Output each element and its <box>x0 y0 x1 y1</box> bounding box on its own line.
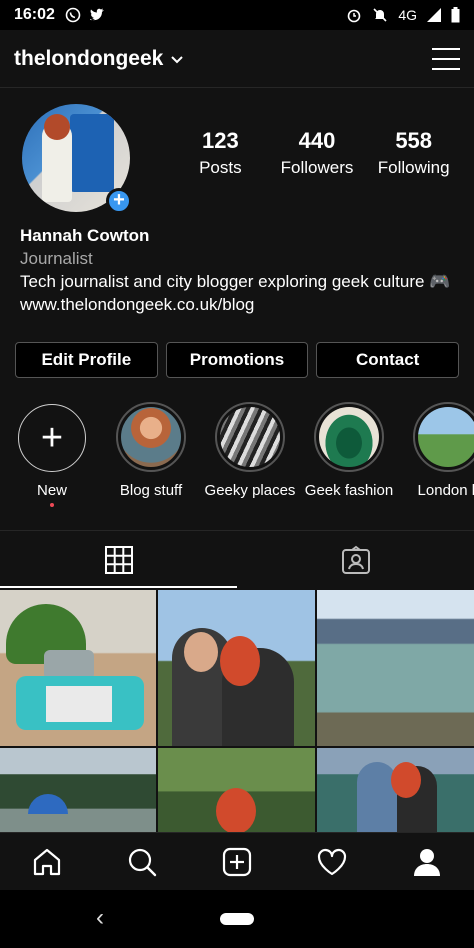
nav-profile[interactable] <box>379 833 474 890</box>
highlight-cover <box>319 407 379 467</box>
following-count: 558 <box>395 128 433 153</box>
nav-activity[interactable] <box>284 833 379 890</box>
highlight-new[interactable]: + New <box>6 400 98 507</box>
twitter-icon <box>89 8 104 21</box>
profile-bio: Hannah Cowton Journalist Tech journalist… <box>20 224 460 316</box>
tagged-icon <box>341 545 370 574</box>
profile-tabs <box>0 530 474 588</box>
home-gesture-bar[interactable] <box>220 913 254 925</box>
battery-icon <box>451 7 460 23</box>
following-label: Following <box>377 158 450 177</box>
story-highlights: + New Blog stuff Geeky places Geek fashi… <box>0 400 474 512</box>
profile-actions: Edit Profile Promotions Contact <box>15 342 460 378</box>
post-thumbnail[interactable] <box>0 590 156 746</box>
system-navigation: ‹ <box>0 890 474 948</box>
nav-add-post[interactable] <box>190 833 285 890</box>
profile-category: Journalist <box>20 249 93 268</box>
status-time: 16:02 <box>14 6 55 23</box>
mute-icon <box>373 8 387 22</box>
display-name: Hannah Cowton <box>20 226 150 245</box>
whatsapp-icon <box>65 7 81 23</box>
status-bar: 16:02 4G <box>0 0 474 30</box>
highlight-label: Geeky places <box>204 482 296 499</box>
posts-stat[interactable]: 123 Posts <box>172 128 269 178</box>
posts-label: Posts <box>199 158 242 177</box>
highlight-geeky-places[interactable]: Geeky places <box>204 400 296 499</box>
bio-text: Tech journalist and city blogger explori… <box>20 272 451 291</box>
search-icon <box>129 848 157 876</box>
tab-tagged[interactable] <box>237 531 474 588</box>
followers-count: 440 <box>298 128 336 153</box>
profile-icon <box>413 848 440 876</box>
notification-dot <box>50 503 54 507</box>
account-username[interactable]: thelondongeek <box>14 47 163 71</box>
grid-icon <box>104 545 133 574</box>
highlight-label: New <box>36 482 67 499</box>
highlight-label: Geek fashion <box>304 482 394 499</box>
bottom-navigation <box>0 832 474 890</box>
alarm-icon <box>348 9 361 23</box>
edit-profile-button[interactable]: Edit Profile <box>15 342 158 378</box>
profile-summary: + 123 Posts 440 Followers 558 Following <box>22 104 462 214</box>
posts-count: 123 <box>201 128 239 153</box>
posts-grid <box>0 590 474 832</box>
signal-icon <box>427 8 441 22</box>
contact-button[interactable]: Contact <box>316 342 460 378</box>
back-icon[interactable]: ‹ <box>96 904 104 932</box>
chevron-down-icon[interactable] <box>171 51 184 67</box>
followers-label: Followers <box>280 158 354 177</box>
nav-search[interactable] <box>95 833 190 890</box>
highlight-label: Blog stuff <box>119 482 183 499</box>
highlight-cover <box>121 407 181 467</box>
heart-icon <box>317 848 346 875</box>
bio-link[interactable]: www.thelondongeek.co.uk/blog <box>20 293 460 316</box>
tab-grid[interactable] <box>0 531 237 588</box>
add-post-icon <box>222 847 252 876</box>
following-stat[interactable]: 558 Following <box>365 128 462 178</box>
profile-header: thelondongeek <box>0 30 474 88</box>
post-thumbnail[interactable] <box>158 590 315 746</box>
highlight-london-life[interactable]: London li <box>402 400 474 499</box>
highlight-cover <box>220 407 280 467</box>
home-icon <box>34 848 61 875</box>
post-thumbnail[interactable] <box>317 590 474 746</box>
highlight-label: London li <box>417 482 474 499</box>
post-thumbnail[interactable] <box>317 748 474 832</box>
post-thumbnail[interactable] <box>158 748 315 832</box>
profile-stats: 123 Posts 440 Followers 558 Following <box>172 128 462 178</box>
plus-icon: + <box>18 404 86 472</box>
add-story-icon[interactable]: + <box>106 188 132 214</box>
network-type: 4G <box>398 7 417 23</box>
hamburger-menu-icon[interactable] <box>432 47 460 70</box>
highlight-geek-fashion[interactable]: Geek fashion <box>303 400 395 499</box>
highlight-cover <box>418 407 474 467</box>
promotions-button[interactable]: Promotions <box>165 342 309 378</box>
followers-stat[interactable]: 440 Followers <box>269 128 366 178</box>
nav-home[interactable] <box>0 833 95 890</box>
post-thumbnail[interactable] <box>0 748 156 832</box>
highlight-blog-stuff[interactable]: Blog stuff <box>105 400 197 499</box>
